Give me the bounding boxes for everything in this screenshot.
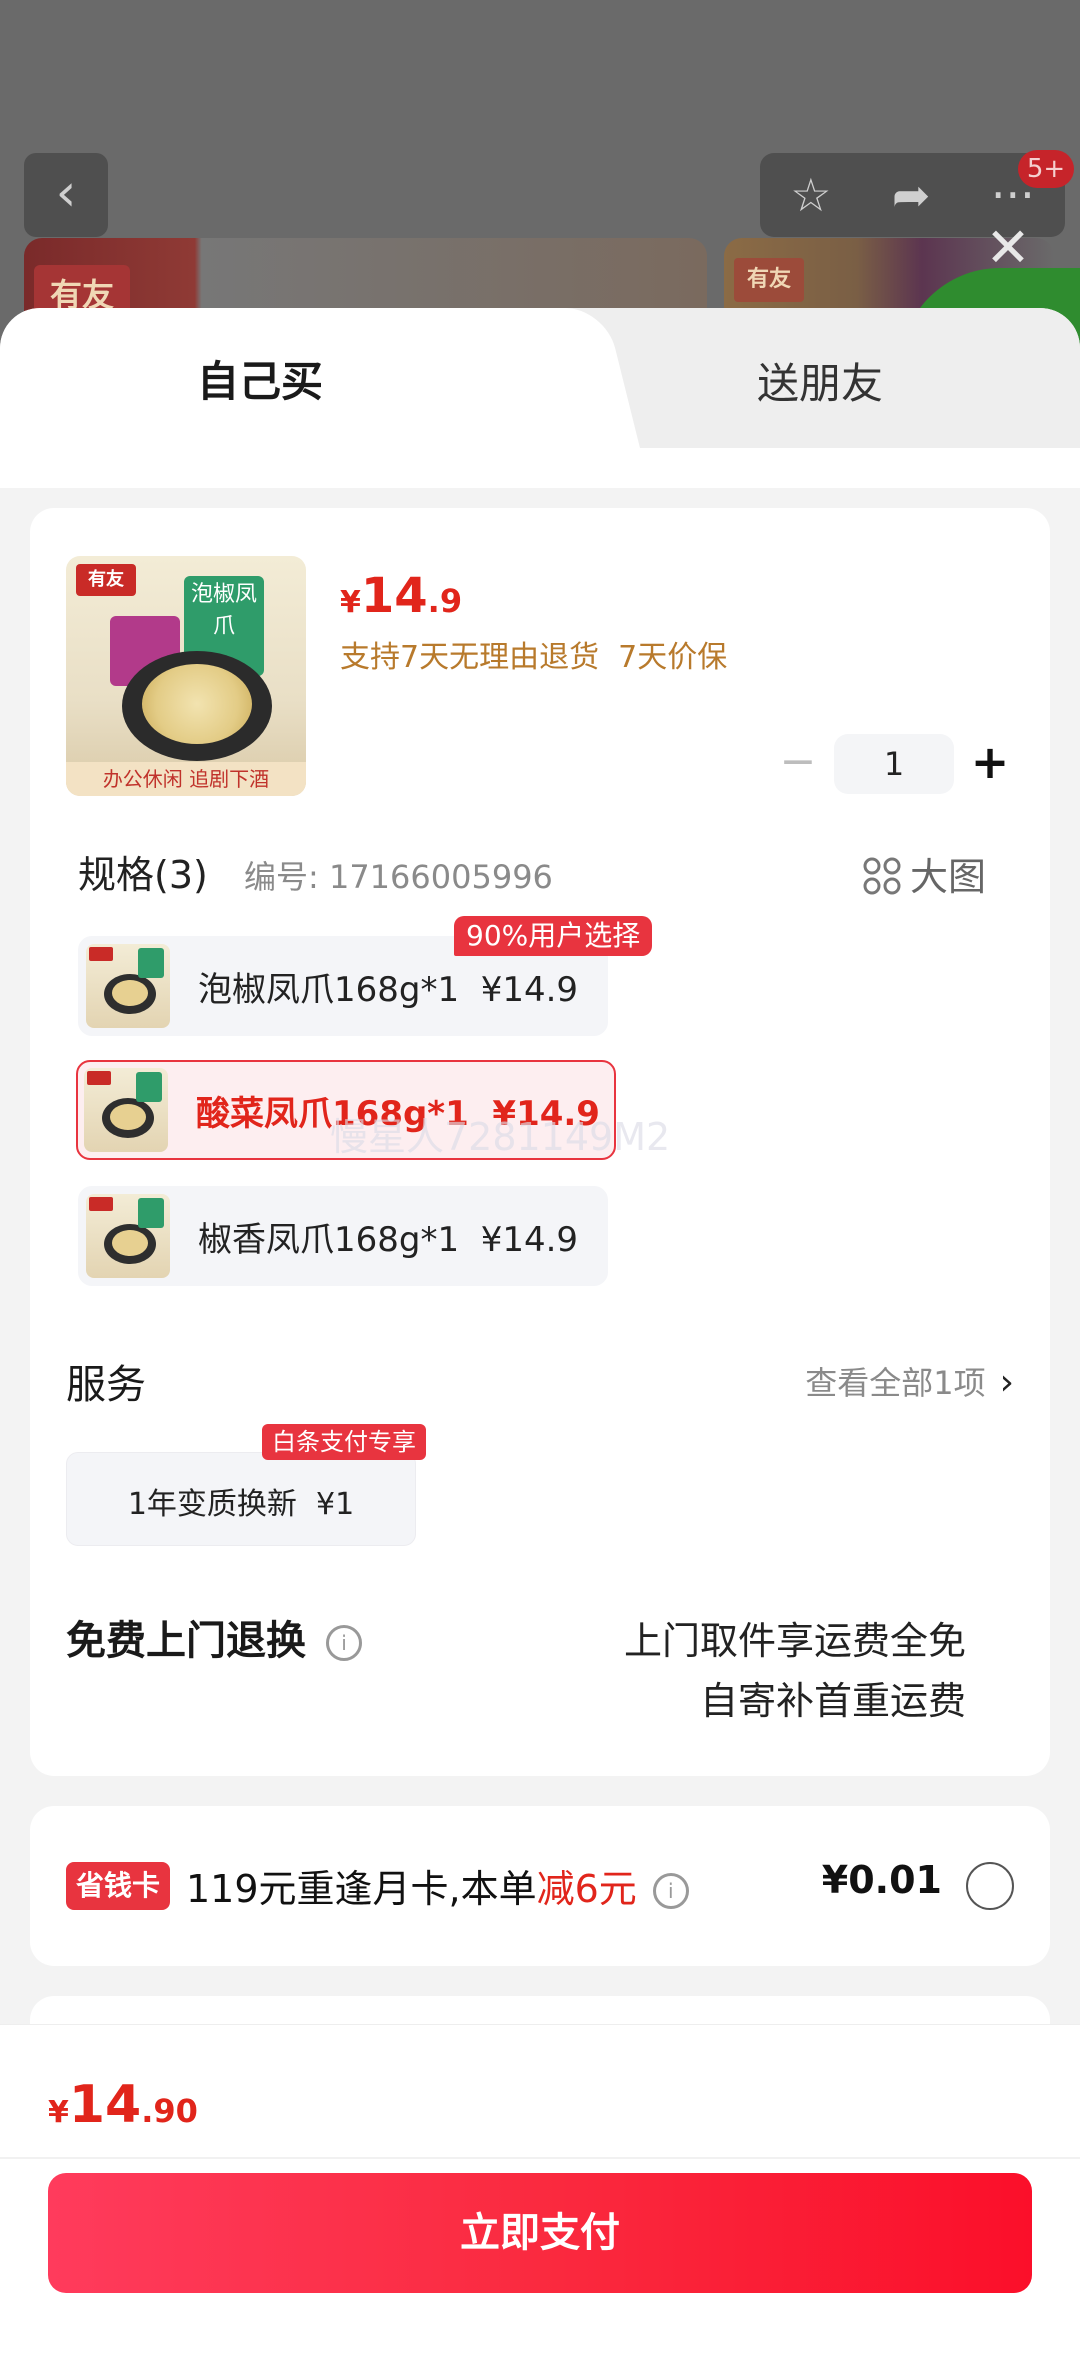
notification-badge: 5+ xyxy=(1018,150,1074,188)
free-return-line: 上门取件享运费全免 xyxy=(623,1619,966,1663)
tab-gift-friend[interactable]: 送朋友 xyxy=(560,308,1080,448)
price-currency: ¥ xyxy=(340,585,361,620)
pay-now-button[interactable]: 立即支付 xyxy=(48,2173,1032,2293)
option-thumbnail xyxy=(84,1068,168,1152)
brand-logo-small: 有友 xyxy=(734,258,804,302)
service-promise: 支持7天无理由退货 7天价保 xyxy=(340,640,728,675)
back-arrow-icon: ‹ xyxy=(24,153,108,237)
total-currency: ¥ xyxy=(48,2095,69,2130)
tab-label: 送朋友 xyxy=(756,359,883,408)
increase-button[interactable]: + xyxy=(962,734,1018,794)
service-tag: 白条支付专享 xyxy=(262,1424,426,1460)
spec-option[interactable]: 泡椒凤爪168g*1 ¥14.9 90%用户选择 xyxy=(78,916,653,1036)
spec-option[interactable]: 椒香凤爪168g*1 ¥14.9 xyxy=(78,1186,608,1286)
savings-card[interactable]: 省钱卡 119元重逢月卡,本单减6元 i ¥0.01 xyxy=(30,1806,1050,1966)
image-caption: 办公休闲 追剧下酒 xyxy=(66,762,306,796)
share-icon: ➦ xyxy=(891,168,931,222)
brand-logo: 有友 xyxy=(76,564,136,596)
option-thumbnail xyxy=(86,944,170,1028)
price-decimal: .9 xyxy=(427,582,463,620)
savings-badge: 省钱卡 xyxy=(66,1862,171,1910)
food-graphic xyxy=(142,664,252,744)
info-icon[interactable]: i xyxy=(326,1625,362,1661)
option-thumbnail xyxy=(86,1194,170,1278)
view-all-label: 查看全部1项 xyxy=(805,1364,986,1402)
price-integer: 14 xyxy=(360,568,428,624)
savings-highlight: 减6元 xyxy=(536,1867,637,1911)
divider xyxy=(0,2157,1080,2159)
product-card: 泡椒凤爪 有友 办公休闲 追剧下酒 ¥14.9 支持7天无理由退货 7天价保 −… xyxy=(30,508,1050,1776)
free-return-title: 免费上门退换 i xyxy=(66,1608,362,1666)
close-icon[interactable]: ✕ xyxy=(982,221,1034,275)
watermark: 慢星人7281149M2 xyxy=(330,1115,671,1159)
purchase-tabs: 送朋友 自己买 xyxy=(0,308,1080,448)
free-return-label: 免费上门退换 xyxy=(66,1618,306,1664)
big-image-label: 大图 xyxy=(910,855,987,899)
product-image[interactable]: 泡椒凤爪 有友 办公休闲 追剧下酒 xyxy=(66,556,306,796)
quantity-field[interactable]: 1 xyxy=(834,734,954,794)
tab-underline-band xyxy=(0,448,1080,488)
total-decimal: .90 xyxy=(141,2092,198,2130)
grid-icon xyxy=(863,857,901,895)
savings-radio[interactable] xyxy=(966,1862,1014,1910)
view-all-services[interactable]: 查看全部1项 › xyxy=(805,1358,1014,1404)
savings-text-prefix: 119元重逢月卡,本单 xyxy=(186,1867,537,1911)
option-label: 泡椒凤爪168g*1 ¥14.9 xyxy=(198,970,579,1010)
free-return-line: 自寄补首重运费 xyxy=(699,1679,966,1723)
savings-text: 119元重逢月卡,本单减6元 i xyxy=(186,1858,689,1913)
tab-label: 自己买 xyxy=(196,357,323,406)
chevron-right-icon: › xyxy=(999,1362,1014,1403)
info-icon[interactable]: i xyxy=(652,1873,689,1909)
option-label: 椒香凤爪168g*1 ¥14.9 xyxy=(198,1220,579,1260)
service-option-label: 1年变质换新 ¥1 xyxy=(127,1487,355,1522)
spec-title: 规格(3) xyxy=(78,853,208,897)
checkout-footer: ¥14.90 立即支付 xyxy=(0,2024,1080,2377)
star-icon: ☆ xyxy=(790,168,832,222)
total-price: ¥14.90 xyxy=(48,2075,198,2135)
service-title: 服务 xyxy=(66,1362,146,1408)
tab-buy-self[interactable]: 自己买 xyxy=(0,308,560,448)
product-code: 编号: 17166005996 xyxy=(244,858,553,896)
total-integer: 14 xyxy=(68,2075,142,2135)
decrease-button[interactable]: − xyxy=(770,734,826,794)
service-option[interactable]: 1年变质换新 ¥1 xyxy=(66,1452,416,1546)
popular-tag: 90%用户选择 xyxy=(454,916,653,956)
product-price: ¥14.9 xyxy=(340,568,462,624)
savings-price: ¥0.01 xyxy=(821,1858,942,1902)
big-image-button[interactable]: 大图 xyxy=(862,846,986,901)
quantity-stepper: − 1 + xyxy=(770,734,1020,794)
